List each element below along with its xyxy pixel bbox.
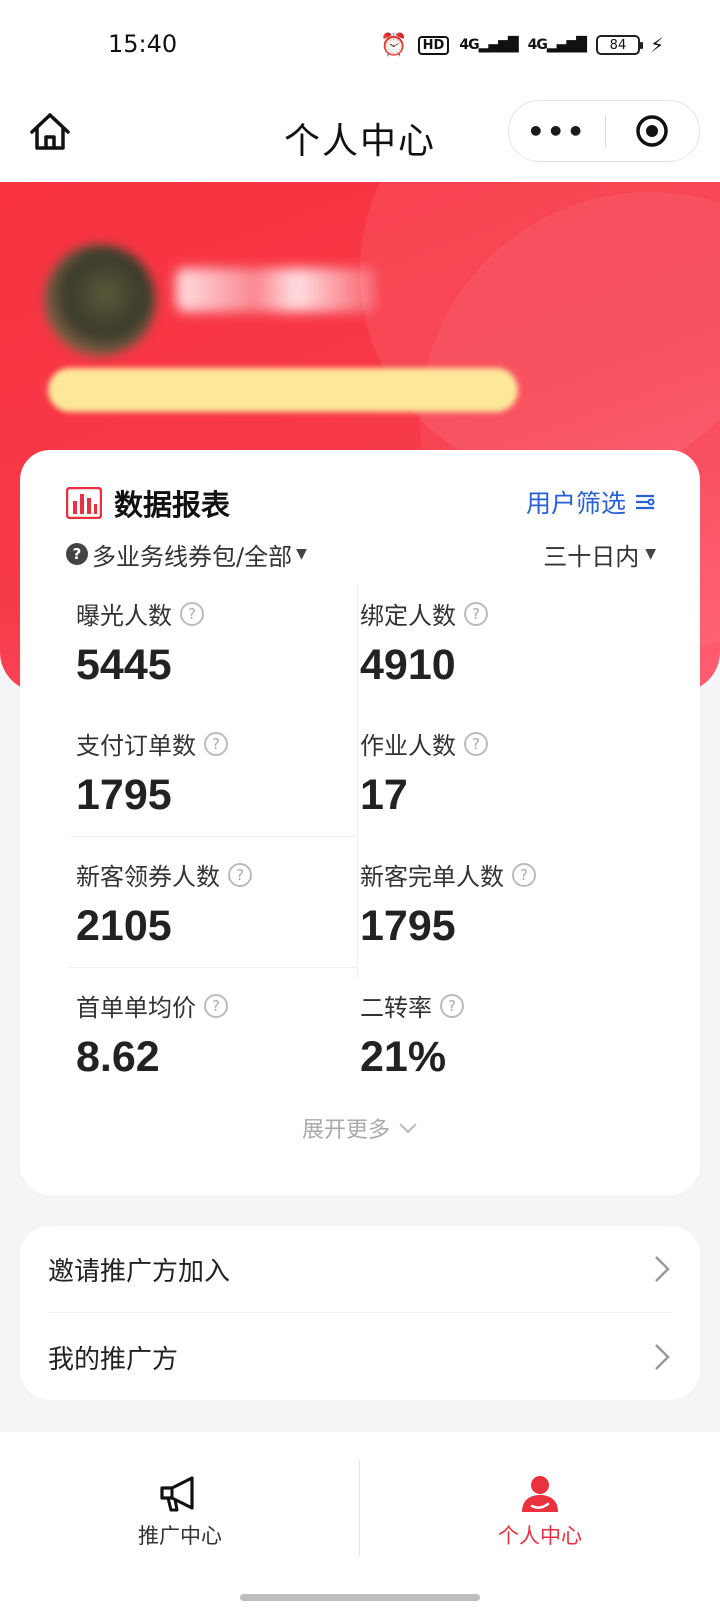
chevron-right-icon xyxy=(655,1256,670,1282)
metric-value: 1795 xyxy=(76,771,172,819)
avatar xyxy=(44,244,156,356)
help-icon[interactable]: ? xyxy=(228,862,252,887)
tab-bar: 推广中心 个人中心 xyxy=(0,1432,720,1612)
mini-program-capsule: ••• xyxy=(508,100,700,162)
metric-label: 二转率 xyxy=(360,994,432,1022)
metric-label: 作业人数 xyxy=(360,732,456,760)
report-filters: ? 多业务线券包/全部 ▼ 三十日内 ▼ xyxy=(66,534,656,574)
metric-label: 新客完单人数 xyxy=(360,863,504,891)
battery-icon: 84 xyxy=(595,35,643,55)
more-button[interactable]: ••• xyxy=(509,115,605,148)
menu-divider xyxy=(48,1312,672,1313)
metric-label: 绑定人数 xyxy=(360,602,456,630)
metric-label: 支付订单数 xyxy=(76,732,196,760)
help-icon[interactable]: ? xyxy=(204,993,228,1018)
metric-item: 曝光人数? 5445 xyxy=(76,596,356,690)
status-icons: ⏰ HD 4G▂▄▆█ 4G▂▄▆█ 84 ⚡ xyxy=(380,30,664,60)
grid-divider xyxy=(68,836,358,837)
metric-item: 首单单均价? 8.62 xyxy=(76,988,356,1082)
user-filter-label: 用户筛选 xyxy=(525,489,626,518)
hd-icon: HD xyxy=(417,35,450,55)
chevron-down-icon xyxy=(399,1123,417,1134)
chevron-right-icon xyxy=(655,1344,670,1370)
bar-chart-icon xyxy=(66,487,102,519)
help-icon[interactable]: ? xyxy=(440,993,464,1018)
tab-label: 推广中心 xyxy=(138,1524,222,1548)
data-report-card: 数据报表 用户筛选 ? 多业务线券包/全部 ▼ 三十日内 ▼ 曝光人数? 544… xyxy=(20,450,700,1195)
charging-icon: ⚡ xyxy=(649,33,664,57)
status-time: 15:40 xyxy=(108,30,178,58)
signal-icon-1: 4G▂▄▆█ xyxy=(459,37,518,53)
user-name-blurred xyxy=(176,268,376,312)
menu-item-my-promoters[interactable]: 我的推广方 xyxy=(48,1314,672,1400)
home-indicator[interactable] xyxy=(240,1594,480,1601)
metric-label: 曝光人数 xyxy=(76,602,172,630)
metric-value: 21% xyxy=(360,1033,447,1081)
menu-item-invite-promoter[interactable]: 邀请推广方加入 xyxy=(48,1226,672,1312)
signal-icon-2: 4G▂▄▆█ xyxy=(527,37,587,53)
tab-promotion-center[interactable]: 推广中心 xyxy=(80,1474,280,1550)
metric-value: 2105 xyxy=(76,902,172,950)
metric-value: 5445 xyxy=(76,641,172,689)
time-range-select[interactable]: 三十日内 ▼ xyxy=(543,537,656,572)
business-line-value: 多业务线券包/全部 xyxy=(92,542,293,571)
metric-label: 新客领券人数 xyxy=(76,863,220,891)
metric-item: 新客领券人数? 2105 xyxy=(76,857,356,951)
grid-divider xyxy=(68,967,358,968)
time-range-value: 三十日内 xyxy=(543,542,640,571)
metric-item: 绑定人数? 4910 xyxy=(360,596,640,690)
megaphone-icon xyxy=(160,1476,194,1512)
status-bar: 15:40 ⏰ HD 4G▂▄▆█ 4G▂▄▆█ 84 ⚡ xyxy=(0,0,720,90)
metric-item: 新客完单人数? 1795 xyxy=(360,857,640,951)
report-header: 数据报表 xyxy=(66,482,230,524)
nav-bar: 个人中心 ••• xyxy=(0,90,720,182)
help-icon[interactable]: ? xyxy=(464,731,488,756)
help-icon[interactable]: ? xyxy=(180,601,204,626)
user-filter-button[interactable]: 用户筛选 xyxy=(526,484,656,520)
metric-item: 作业人数? 17 xyxy=(360,726,640,820)
person-icon xyxy=(522,1476,558,1512)
help-icon[interactable]: ? xyxy=(204,731,228,756)
expand-more-button[interactable]: 展开更多 xyxy=(20,1112,700,1144)
expand-more-label: 展开更多 xyxy=(301,1118,390,1143)
report-title: 数据报表 xyxy=(114,488,231,522)
tab-personal-center[interactable]: 个人中心 xyxy=(440,1474,640,1550)
metric-item: 二转率? 21% xyxy=(360,988,640,1082)
menu-card: 邀请推广方加入 我的推广方 xyxy=(20,1226,700,1400)
filter-icon xyxy=(636,494,655,510)
alarm-icon: ⏰ xyxy=(380,32,408,58)
menu-item-label: 我的推广方 xyxy=(48,1344,179,1375)
metric-item: 支付订单数? 1795 xyxy=(76,726,356,820)
question-icon[interactable]: ? xyxy=(66,543,88,565)
metric-value: 8.62 xyxy=(76,1033,160,1081)
metric-label: 首单单均价 xyxy=(76,994,196,1022)
caret-down-icon: ▼ xyxy=(296,546,307,562)
metric-value: 17 xyxy=(360,771,408,819)
business-line-select[interactable]: ? 多业务线券包/全部 ▼ xyxy=(66,537,307,572)
metric-value: 1795 xyxy=(360,902,456,950)
help-icon[interactable]: ? xyxy=(464,601,488,626)
close-mini-program-button[interactable] xyxy=(606,113,700,149)
tab-divider xyxy=(359,1460,360,1556)
user-tag-blurred xyxy=(48,368,518,412)
help-icon[interactable]: ? xyxy=(512,862,536,887)
metric-value: 4910 xyxy=(360,641,456,689)
caret-down-icon: ▼ xyxy=(645,546,656,562)
target-icon xyxy=(636,115,668,147)
tab-label: 个人中心 xyxy=(498,1524,582,1548)
menu-item-label: 邀请推广方加入 xyxy=(48,1256,231,1287)
grid-divider xyxy=(357,584,358,979)
